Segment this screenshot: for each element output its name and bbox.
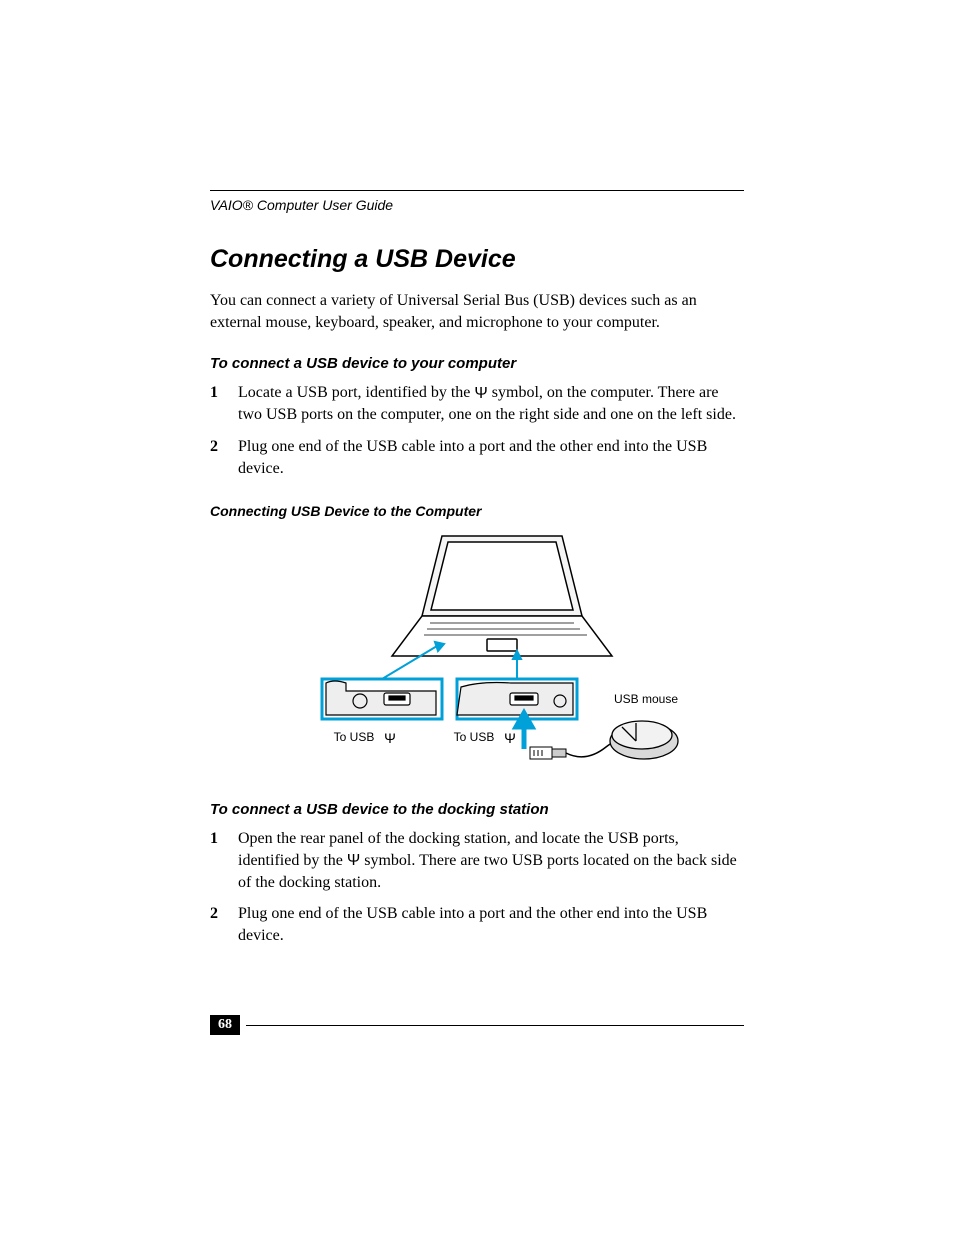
usb-icon: Ψ: [474, 383, 487, 405]
page-footer: 68: [210, 1015, 744, 1035]
label-to-usb-left: To USB: [334, 730, 375, 744]
section1-step1: Locate a USB port, identified by the Ψ s…: [210, 382, 744, 426]
usb-connection-illustration: USB mouse To USB Ψ To USB Ψ: [262, 531, 692, 771]
section1-step1-text-a: Locate a USB port, identified by the: [238, 384, 474, 401]
footer-rule: [246, 1025, 744, 1026]
page-number: 68: [210, 1015, 240, 1035]
section2-step1: Open the rear panel of the docking stati…: [210, 828, 744, 893]
figure: USB mouse To USB Ψ To USB Ψ: [210, 531, 744, 771]
header-rule: [210, 190, 744, 191]
section1-step2: Plug one end of the USB cable into a por…: [210, 436, 744, 479]
intro-paragraph: You can connect a variety of Universal S…: [210, 290, 744, 333]
section2-step2-text: Plug one end of the USB cable into a por…: [238, 903, 744, 946]
document-page: VAIO® Computer User Guide Connecting a U…: [0, 0, 954, 1235]
usb-icon: Ψ: [504, 730, 516, 746]
page-title: Connecting a USB Device: [210, 245, 744, 274]
usb-icon: Ψ: [347, 850, 360, 872]
figure-caption: Connecting USB Device to the Computer: [210, 503, 744, 519]
section1-step2-text: Plug one end of the USB cable into a por…: [238, 436, 744, 479]
section2-step2: Plug one end of the USB cable into a por…: [210, 903, 744, 946]
usb-icon: Ψ: [384, 730, 396, 746]
section1-steps: Locate a USB port, identified by the Ψ s…: [210, 382, 744, 479]
label-to-usb-right: To USB: [454, 730, 495, 744]
section1-heading: To connect a USB device to your computer: [210, 355, 744, 372]
section2-heading: To connect a USB device to the docking s…: [210, 801, 744, 818]
header-text: VAIO® Computer User Guide: [210, 197, 744, 213]
label-usb-mouse: USB mouse: [614, 692, 678, 706]
section2-steps: Open the rear panel of the docking stati…: [210, 828, 744, 947]
